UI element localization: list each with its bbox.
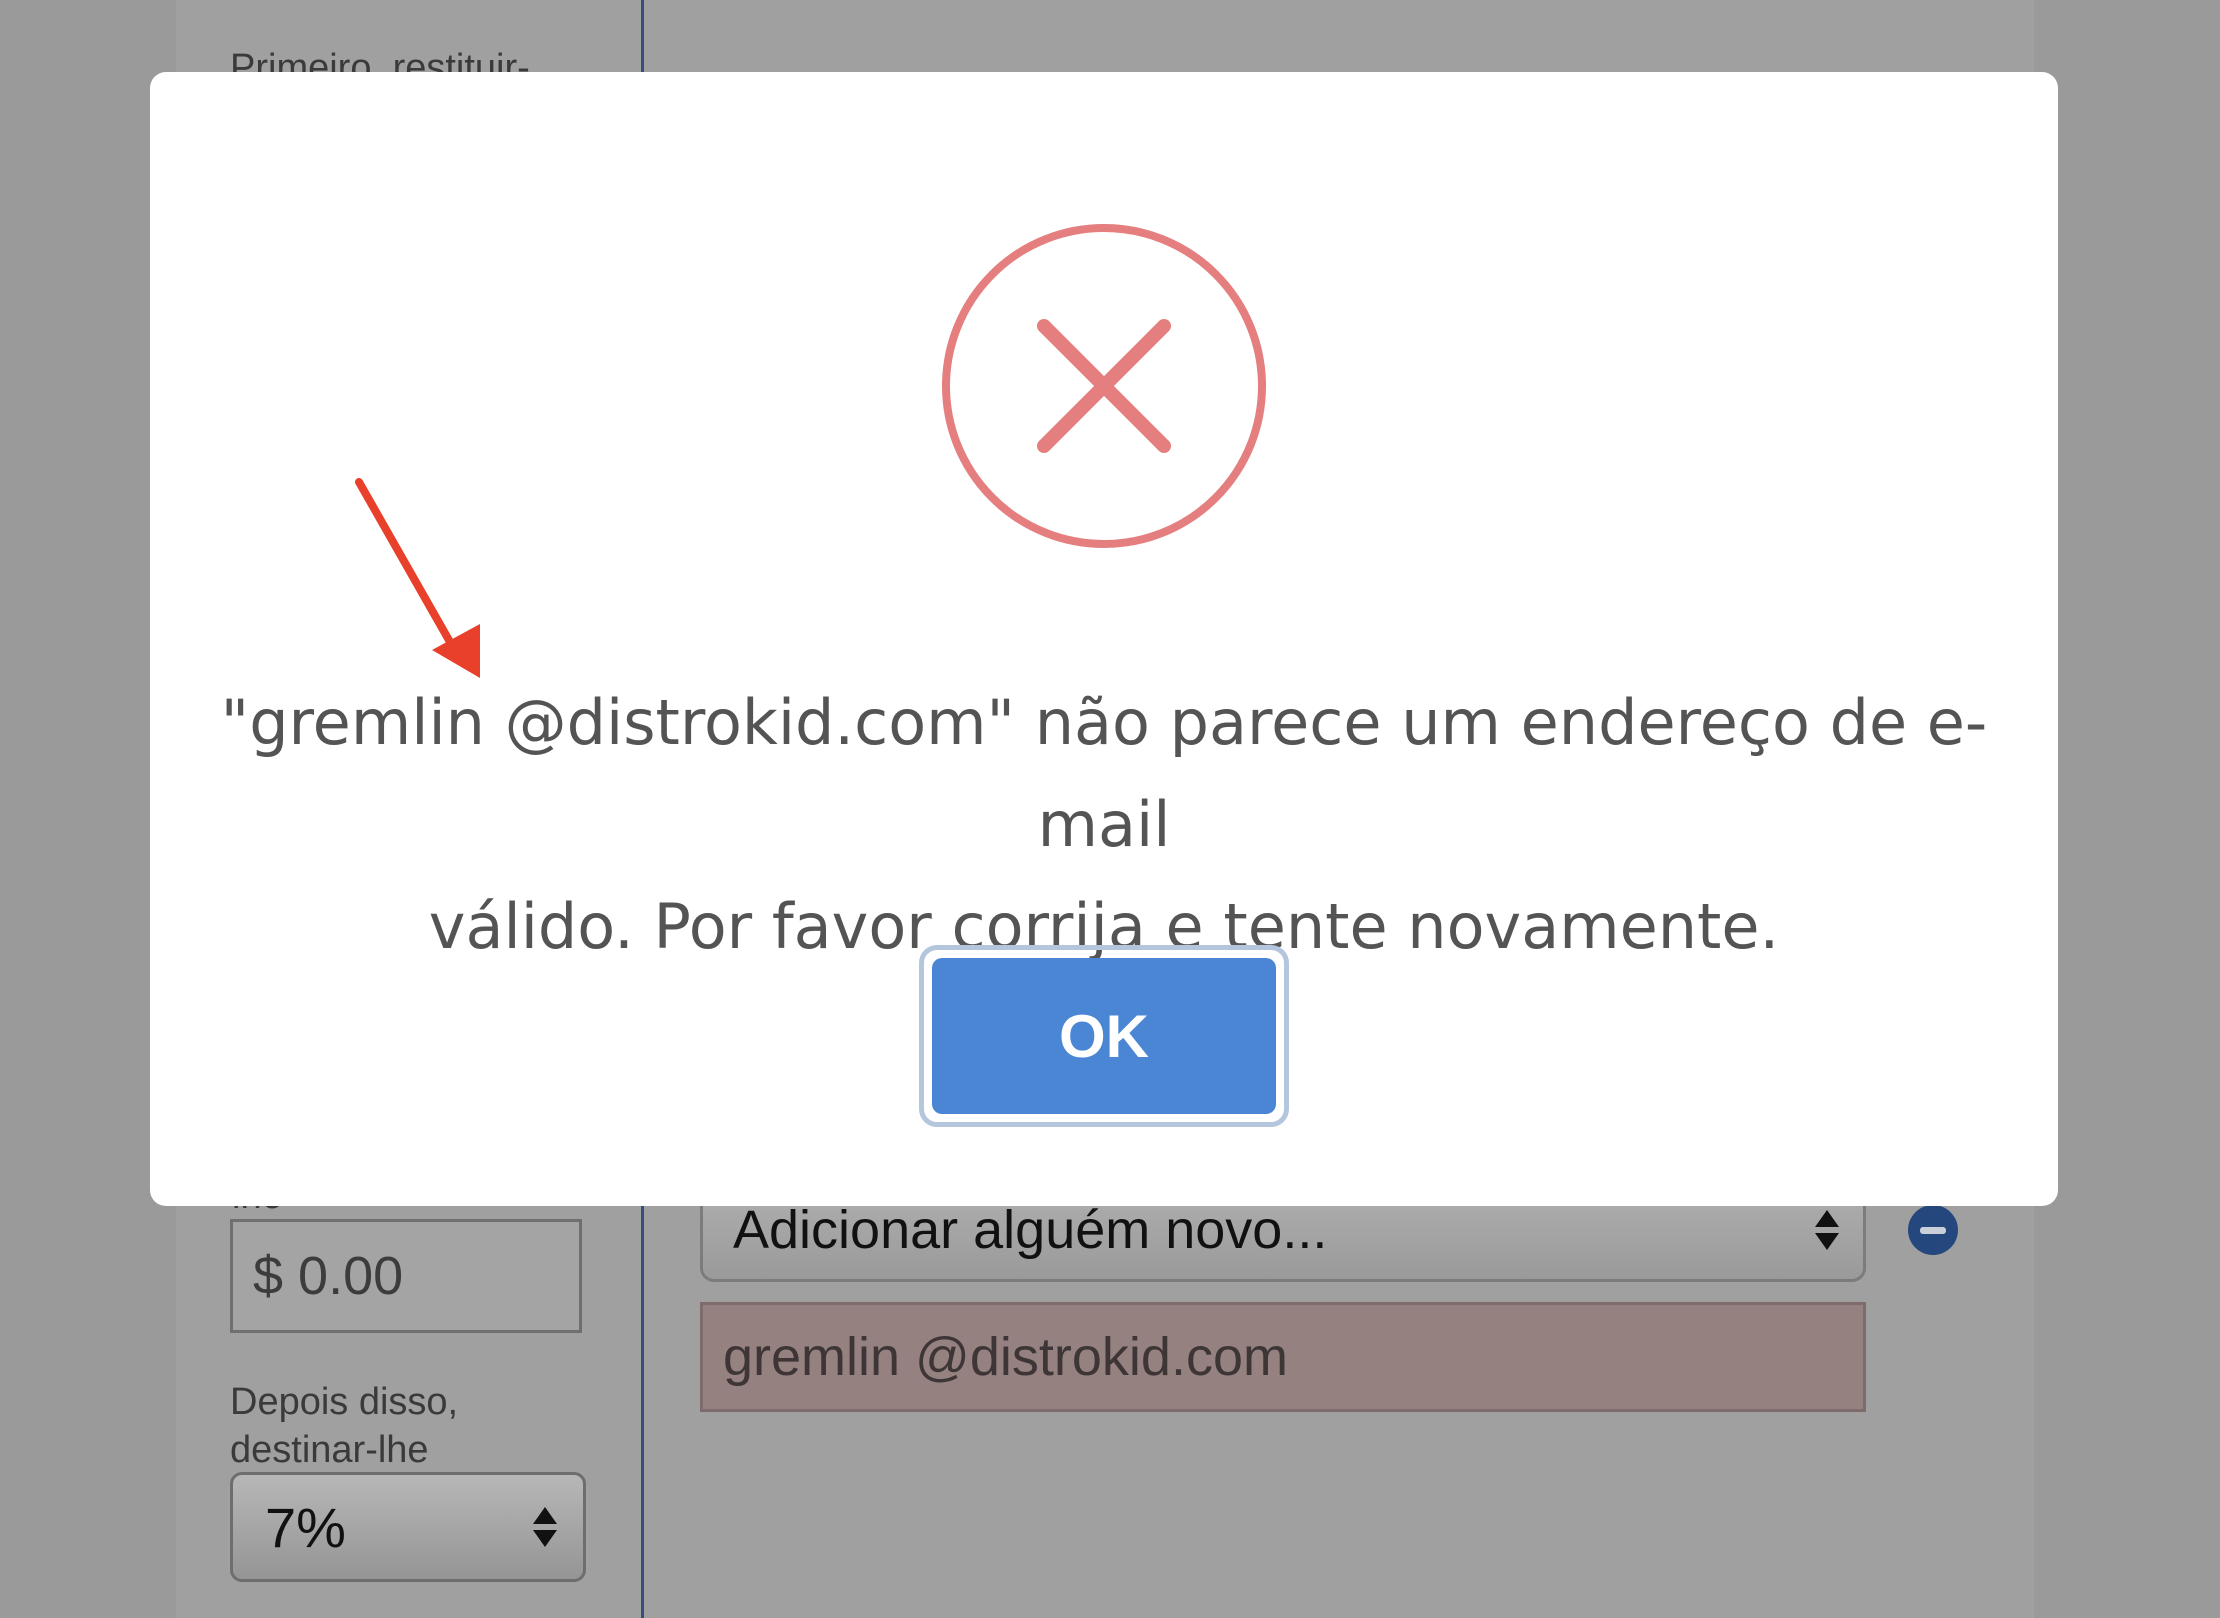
email-value: gremlin @distrokid.com (723, 1327, 1288, 1387)
error-message-line1: "gremlin @distrokid.com" não parece um e… (220, 686, 1988, 861)
percent-value: 7% (265, 1495, 346, 1559)
updown-arrows-icon (1815, 1210, 1839, 1250)
updown-arrows-icon (533, 1507, 557, 1547)
amount-input[interactable]: $ 0.00 (230, 1219, 582, 1333)
remove-circle-icon[interactable] (1908, 1205, 1958, 1255)
after-label-line2: destinar-lhe (230, 1429, 429, 1471)
error-dialog: "gremlin @distrokid.com" não parece um e… (150, 72, 2058, 1206)
error-message: "gremlin @distrokid.com" não parece um e… (220, 672, 1988, 978)
person-select-value: Adicionar alguém novo... (733, 1200, 1328, 1260)
error-x-icon (942, 224, 1266, 548)
ok-button-focus-ring: OK (919, 945, 1289, 1127)
after-label-line1: Depois disso, (230, 1381, 459, 1423)
ok-button[interactable]: OK (932, 958, 1276, 1114)
percent-select[interactable]: 7% (230, 1472, 586, 1582)
amount-value: $ 0.00 (253, 1246, 404, 1306)
after-label: Depois disso, destinar-lhe (230, 1378, 458, 1474)
email-field[interactable]: gremlin @distrokid.com (700, 1302, 1866, 1412)
